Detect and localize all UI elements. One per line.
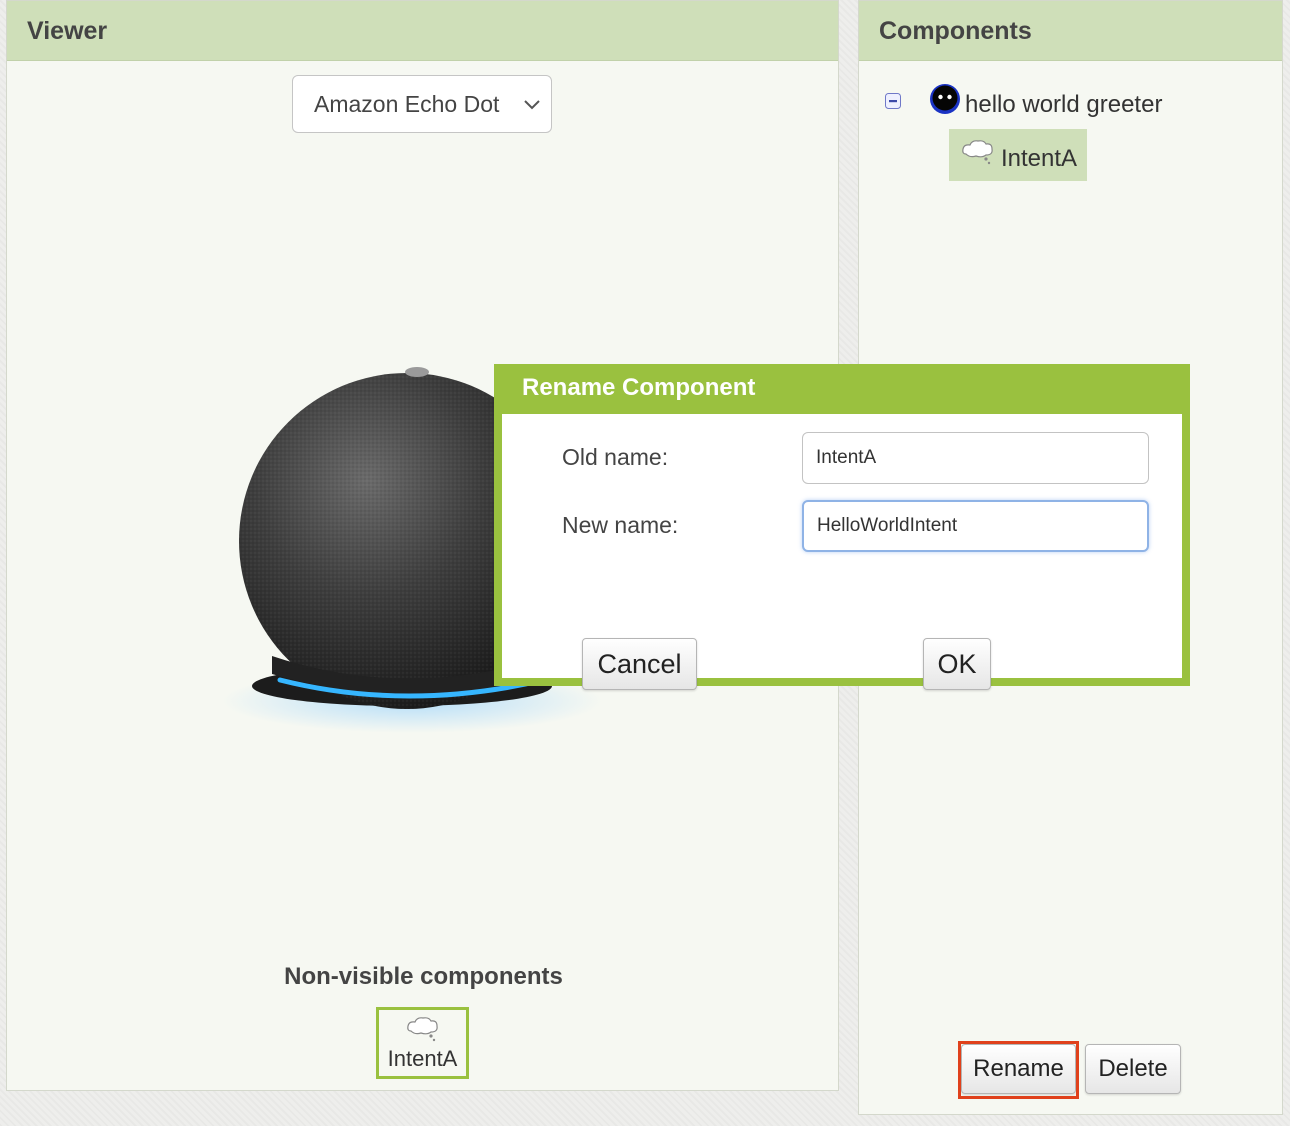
dialog-body: Old name: New name: Cancel OK (502, 414, 1182, 690)
components-header: Components (859, 1, 1282, 61)
delete-button[interactable]: Delete (1085, 1044, 1181, 1094)
collapse-icon[interactable] (885, 93, 901, 109)
greeter-icon (930, 84, 960, 114)
old-name-label: Old name: (562, 444, 669, 470)
non-visible-component-intenta[interactable]: IntentA (376, 1007, 469, 1079)
viewer-header: Viewer (7, 1, 838, 61)
tree-item-label: IntentA (1001, 145, 1078, 172)
intent-cloud-icon (962, 140, 993, 165)
dialog-title: Rename Component (522, 374, 756, 401)
intent-cloud-icon (407, 1017, 438, 1042)
tree-item-hello-world-greeter[interactable]: hello world greeter (965, 91, 1162, 119)
device-select-value: Amazon Echo Dot (314, 91, 500, 117)
chevron-down-icon (524, 100, 540, 110)
old-name-field[interactable] (802, 432, 1149, 484)
non-visible-components-title: Non-visible components (284, 963, 563, 990)
new-name-label: New name: (562, 512, 679, 538)
new-name-field[interactable] (802, 500, 1149, 552)
rename-component-dialog: Rename Component Old name: New name: Can… (494, 364, 1190, 690)
device-select[interactable]: Amazon Echo Dot (292, 75, 552, 133)
rename-button[interactable]: Rename (961, 1044, 1076, 1094)
non-visible-component-label: IntentA (387, 1046, 458, 1071)
ok-button[interactable]: OK (923, 638, 991, 690)
cancel-button[interactable]: Cancel (582, 638, 697, 690)
tree-item-intenta[interactable]: IntentA (949, 129, 1087, 181)
